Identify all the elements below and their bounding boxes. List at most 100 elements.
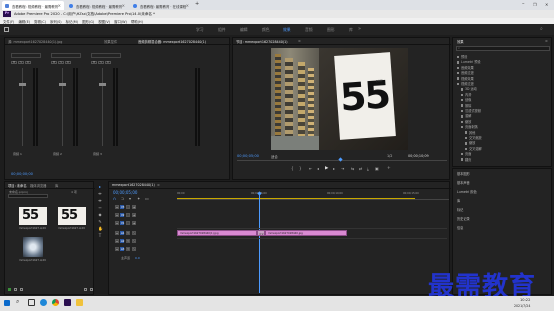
lock-icon[interactable]: ▪ [115, 221, 119, 225]
fader-handle[interactable] [99, 83, 106, 86]
solo-button[interactable]: S [132, 247, 136, 251]
effects-tree-item[interactable]: 3D 运动 [461, 86, 477, 91]
panel-list-item[interactable]: 信息 [457, 225, 463, 230]
workspace-tab-effects[interactable]: 效果 [283, 27, 291, 33]
transition-clip[interactable]: 交叉 [257, 230, 265, 236]
mute-button[interactable]: M [91, 61, 97, 64]
pan-knob[interactable] [11, 53, 41, 58]
fader-handle[interactable] [19, 83, 26, 86]
sync-lock-icon[interactable]: ▫ [126, 221, 130, 225]
go-to-in-button[interactable]: ⇤ [309, 166, 312, 171]
timeline-clip[interactable]: mmexport1627028440.jpg [265, 230, 347, 236]
snap-icon[interactable]: ∩ [113, 196, 116, 201]
effects-tree-item[interactable]: 音频过渡 [457, 70, 474, 75]
effects-tree-item[interactable]: 内滑 [461, 92, 471, 97]
edge-icon[interactable] [40, 299, 47, 306]
solo-button[interactable]: S [132, 231, 136, 235]
eye-icon[interactable]: ◉ [132, 221, 136, 225]
effects-tree-item[interactable]: 交叉溶解 [465, 146, 482, 151]
panel-list-item[interactable]: 标记 [457, 207, 463, 212]
effects-search-input[interactable]: ⌕ [456, 46, 550, 51]
effects-tree-item[interactable]: 页面剥落 [461, 124, 478, 129]
mark-in-button[interactable]: { [291, 166, 294, 171]
tool-button[interactable]: ⇿ [98, 206, 102, 210]
pan-knob[interactable] [91, 53, 121, 58]
mark-out-button[interactable]: } [299, 166, 302, 171]
work-area-bar[interactable] [177, 198, 415, 199]
browser-tab-3[interactable]: 查看教程: 最需教育 · 在线课程 × [130, 1, 192, 10]
tool-button[interactable]: ✋ [98, 227, 103, 231]
new-tab-button[interactable]: + [195, 1, 199, 7]
tool-button[interactable]: ✎ [98, 220, 102, 224]
workspace-tab-editing[interactable]: 编辑 [240, 27, 248, 33]
windows-icon[interactable] [4, 300, 10, 306]
search-icon[interactable]: ⌕ [16, 298, 19, 306]
effects-tree-item[interactable]: 音频效果 [457, 65, 474, 70]
home-icon[interactable] [4, 27, 9, 32]
mute-button[interactable]: M [51, 61, 57, 64]
track-target[interactable]: A3 [120, 247, 124, 251]
solo-button[interactable]: S [18, 61, 24, 64]
effects-tree-item[interactable]: 擦除 [461, 103, 471, 108]
folder-icon[interactable] [76, 299, 83, 306]
workspace-tab-assembly[interactable]: 组件 [218, 27, 226, 33]
sync-lock-icon[interactable]: ▫ [126, 205, 130, 209]
track-target[interactable]: A1 [120, 231, 124, 235]
task-view-icon[interactable] [28, 299, 35, 306]
taskbar-time[interactable]: 10:22 [520, 298, 530, 302]
panel-menu-icon[interactable]: ≡ [298, 39, 301, 43]
icon-view-icon[interactable] [20, 288, 23, 291]
list-view-icon[interactable] [14, 288, 17, 291]
video-preview[interactable]: 55 EXIT [271, 48, 408, 150]
effects-tree-item[interactable]: 页面 [461, 151, 471, 156]
close-window-button[interactable]: ✕ [545, 2, 548, 7]
effects-tree-item[interactable]: 预设 [457, 54, 467, 59]
mute-button[interactable]: M [126, 239, 130, 243]
time-ruler[interactable]: 00;00 00;00;05;00 00;00;10;00 00;00;15;0… [177, 190, 449, 200]
panel-menu-icon[interactable]: ≡ [545, 39, 548, 43]
solo-button[interactable]: S [98, 61, 104, 64]
button-editor-icon[interactable]: + [387, 166, 391, 171]
linked-selection-icon[interactable]: ⊃ [121, 196, 124, 201]
workspace-tab-learn[interactable]: 学习 [196, 27, 204, 33]
wrench-icon[interactable]: ✦ [137, 196, 140, 201]
mute-button[interactable]: M [11, 61, 17, 64]
trash-icon[interactable] [90, 288, 93, 291]
fader-handle[interactable] [59, 83, 66, 86]
go-to-out-button[interactable]: ⇥ [341, 166, 344, 171]
project-search-input[interactable] [8, 194, 48, 198]
effects-tree-item[interactable]: 缩放 [461, 119, 471, 124]
close-tab-icon[interactable]: × [186, 3, 189, 8]
effects-tree-item[interactable]: 划像 [461, 97, 471, 102]
track-target[interactable]: V2 [120, 213, 124, 217]
browser-tab-2[interactable]: 查看教程: 视频教程 · 最需教育 × [66, 1, 128, 10]
effects-tree-item[interactable]: Lumetri 预设 [457, 59, 481, 64]
effects-tree-item[interactable]: 其他 [465, 130, 475, 135]
workspace-tab-color[interactable]: 颜色 [262, 27, 270, 33]
new-item-icon[interactable] [84, 288, 87, 291]
eye-icon[interactable]: ◉ [132, 213, 136, 217]
taskbar-date[interactable]: 2021/7/24 [514, 304, 530, 308]
effects-tree-item[interactable]: 视频过渡 [457, 81, 474, 86]
record-button[interactable]: R [25, 61, 31, 64]
tab-sequence[interactable]: mmexport1627028440(1) [112, 183, 155, 187]
source-timecode[interactable]: 00;00;00;00 [11, 172, 33, 176]
effects-tree-item[interactable]: 缩放 [465, 140, 475, 145]
tool-button[interactable]: ◆ [98, 213, 102, 217]
play-button[interactable]: ▶ [325, 166, 328, 171]
panel-list-item[interactable]: Lumetri 颜色 [457, 189, 477, 194]
new-bin-icon[interactable] [8, 288, 11, 291]
panel-list-item[interactable]: 库 [457, 198, 460, 203]
premiere-icon[interactable] [64, 299, 71, 306]
tool-button[interactable]: ⇹ [98, 192, 102, 196]
mute-button[interactable]: M [126, 231, 130, 235]
fit-dropdown[interactable]: 适合 [271, 154, 278, 159]
captions-icon[interactable]: ▭ [145, 196, 149, 201]
tool-button[interactable]: T [98, 234, 102, 238]
program-timecode[interactable]: 00;00;05;00 [237, 154, 259, 158]
panel-list-item[interactable]: 历史记录 [457, 216, 470, 221]
add-marker-icon[interactable]: ▾ [129, 196, 131, 201]
tool-button[interactable]: ⇼ [98, 199, 102, 203]
master-track-value[interactable]: 0.0 [135, 256, 140, 260]
lock-icon[interactable]: ▪ [115, 239, 119, 243]
